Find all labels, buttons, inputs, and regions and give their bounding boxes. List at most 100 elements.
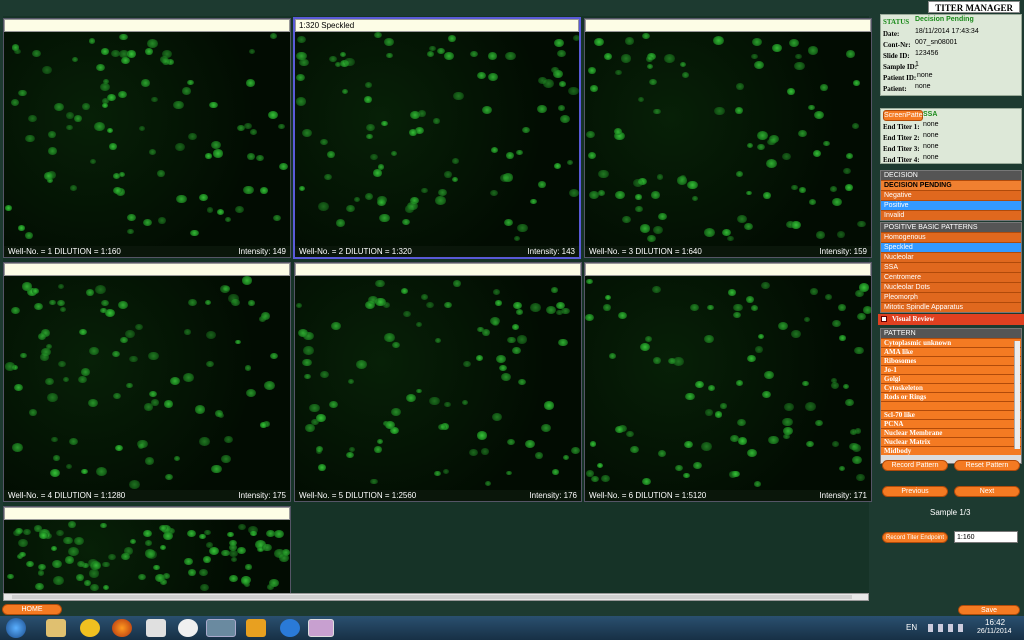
cell-nucleus — [148, 351, 159, 361]
duck-icon[interactable] — [80, 619, 100, 637]
well-7[interactable] — [3, 506, 291, 594]
well-header — [4, 19, 290, 32]
well-5[interactable]: Well-No. = 5 DILUTION = 1:2560 Intensity:… — [294, 262, 582, 502]
next-button[interactable]: Next — [954, 486, 1020, 497]
pattern-item[interactable]: AMA like — [881, 347, 1021, 356]
cell-nucleus — [234, 205, 244, 213]
pattern-item[interactable]: Jo-1 — [881, 365, 1021, 374]
cell-nucleus — [173, 455, 180, 461]
cell-nucleus — [426, 51, 435, 57]
decision-item[interactable]: Positive — [881, 200, 1021, 210]
record-titer-button[interactable]: Record Titer Endpoint — [882, 532, 948, 543]
basic-pattern-item[interactable]: Centromere — [881, 272, 1021, 282]
cell-nucleus — [684, 440, 693, 448]
horizontal-scrollbar[interactable] — [3, 593, 869, 601]
well-image[interactable] — [4, 32, 290, 246]
well-image[interactable] — [585, 32, 871, 246]
visual-review-checkbox[interactable] — [881, 316, 887, 322]
firefox-icon[interactable] — [112, 619, 132, 637]
basic-pattern-item[interactable]: Mitotic Spindle Apparatus — [881, 302, 1021, 312]
well-image[interactable] — [4, 276, 290, 490]
visual-review-row[interactable]: Visual Review — [878, 314, 1024, 325]
well-4[interactable]: Well-No. = 4 DILUTION = 1:1280 Intensity:… — [3, 262, 291, 502]
cell-nucleus — [849, 442, 859, 451]
titer-manager-taskbar-icon[interactable] — [206, 619, 236, 637]
reset-pattern-button[interactable]: Reset Pattern — [954, 460, 1020, 471]
cell-nucleus — [585, 313, 595, 321]
well-6[interactable]: Well-No. = 6 DILUTION = 1:5120 Intensity:… — [584, 262, 872, 502]
well-3[interactable]: Well-No. = 3 DILUTION = 1:640 Intensity: … — [584, 18, 872, 258]
cell-nucleus — [804, 316, 811, 322]
basic-pattern-item[interactable]: Nucleolar — [881, 252, 1021, 262]
well-2[interactable]: 1:320 Speckled Well-No. = 2 DILUTION = 1… — [293, 17, 581, 259]
decision-caption: DECISION — [881, 171, 1021, 180]
cell-nucleus — [66, 124, 73, 131]
basic-pattern-item[interactable]: SSA — [881, 262, 1021, 272]
basic-pattern-item[interactable]: Pleomorph — [881, 292, 1021, 302]
pattern-item[interactable]: Golgi — [881, 374, 1021, 383]
app-icon[interactable] — [146, 619, 166, 637]
home-button[interactable]: HOME — [2, 604, 62, 615]
cell-nucleus — [593, 38, 604, 47]
basic-pattern-item[interactable]: Nucleolar Dots — [881, 282, 1021, 292]
cell-nucleus — [89, 346, 99, 355]
pattern-item[interactable]: Cytoskeleton — [881, 383, 1021, 392]
clock-time[interactable]: 16:42 — [985, 618, 1005, 627]
puzzle-icon[interactable] — [246, 619, 266, 637]
explorer-icon[interactable] — [46, 619, 66, 637]
cell-nucleus — [157, 217, 167, 225]
tray-icons[interactable] — [928, 624, 968, 632]
pattern-item[interactable]: Rods or Rings — [881, 392, 1021, 401]
well-image[interactable] — [295, 276, 581, 490]
pattern-scrollbar[interactable] — [1014, 341, 1020, 449]
decision-item[interactable]: DECISION PENDING — [881, 180, 1021, 190]
pattern-item[interactable]: Nuclear Matrix — [881, 437, 1021, 446]
language-indicator[interactable]: EN — [906, 623, 917, 632]
cell-nucleus — [585, 469, 595, 477]
screen-pattern-button[interactable]: ScreenPattern — [883, 110, 929, 121]
pattern-item[interactable]: Scl-70 like — [881, 410, 1021, 419]
cell-nucleus — [764, 371, 774, 379]
record-pattern-button[interactable]: Record Pattern — [882, 460, 948, 471]
pattern-item[interactable]: Midbody — [881, 446, 1021, 455]
start-button[interactable] — [6, 618, 26, 638]
cell-nucleus — [245, 389, 257, 398]
teamviewer-icon[interactable] — [280, 619, 300, 637]
cell-nucleus — [600, 474, 611, 483]
media-icon[interactable] — [308, 619, 334, 637]
pattern-item[interactable]: PCNA — [881, 419, 1021, 428]
basic-pattern-item[interactable]: Homogenous — [881, 232, 1021, 242]
pattern-item[interactable] — [881, 401, 1021, 410]
cell-nucleus — [260, 422, 268, 428]
clock-date[interactable]: 26/11/2014 — [977, 628, 1012, 635]
well-1[interactable]: Well-No. = 1 DILUTION = 1:160 Intensity: … — [3, 18, 291, 258]
pattern-item[interactable]: Nuclear Membrane — [881, 428, 1021, 437]
basic-pattern-item[interactable]: Speckled — [881, 242, 1021, 252]
cell-nucleus — [376, 439, 384, 445]
titer-endpoint-input[interactable] — [954, 531, 1018, 543]
cell-nucleus — [106, 128, 113, 134]
cell-nucleus — [96, 467, 108, 477]
cell-nucleus — [408, 128, 418, 136]
cell-nucleus — [736, 214, 747, 223]
decision-item[interactable]: Negative — [881, 190, 1021, 200]
pattern-item[interactable]: Ribosomes — [881, 356, 1021, 365]
cell-nucleus — [806, 441, 814, 448]
cell-nucleus — [260, 312, 270, 320]
well-image[interactable] — [585, 276, 871, 490]
previous-button[interactable]: Previous — [882, 486, 948, 497]
cell-nucleus — [633, 179, 643, 188]
cell-nucleus — [568, 188, 579, 197]
cell-nucleus — [481, 105, 493, 114]
cell-nucleus — [615, 69, 622, 75]
decision-item[interactable]: Invalid — [881, 210, 1021, 220]
scroll-thumb[interactable] — [12, 595, 852, 599]
well-image[interactable] — [295, 32, 579, 246]
well-image[interactable] — [4, 520, 290, 593]
pattern-item[interactable]: Cytoplasmic unknown — [881, 338, 1021, 347]
refresh-icon[interactable] — [178, 619, 198, 637]
save-button[interactable]: Save — [958, 605, 1020, 615]
cell-nucleus — [182, 372, 194, 382]
cell-nucleus — [635, 194, 642, 200]
cell-nucleus — [561, 307, 570, 315]
